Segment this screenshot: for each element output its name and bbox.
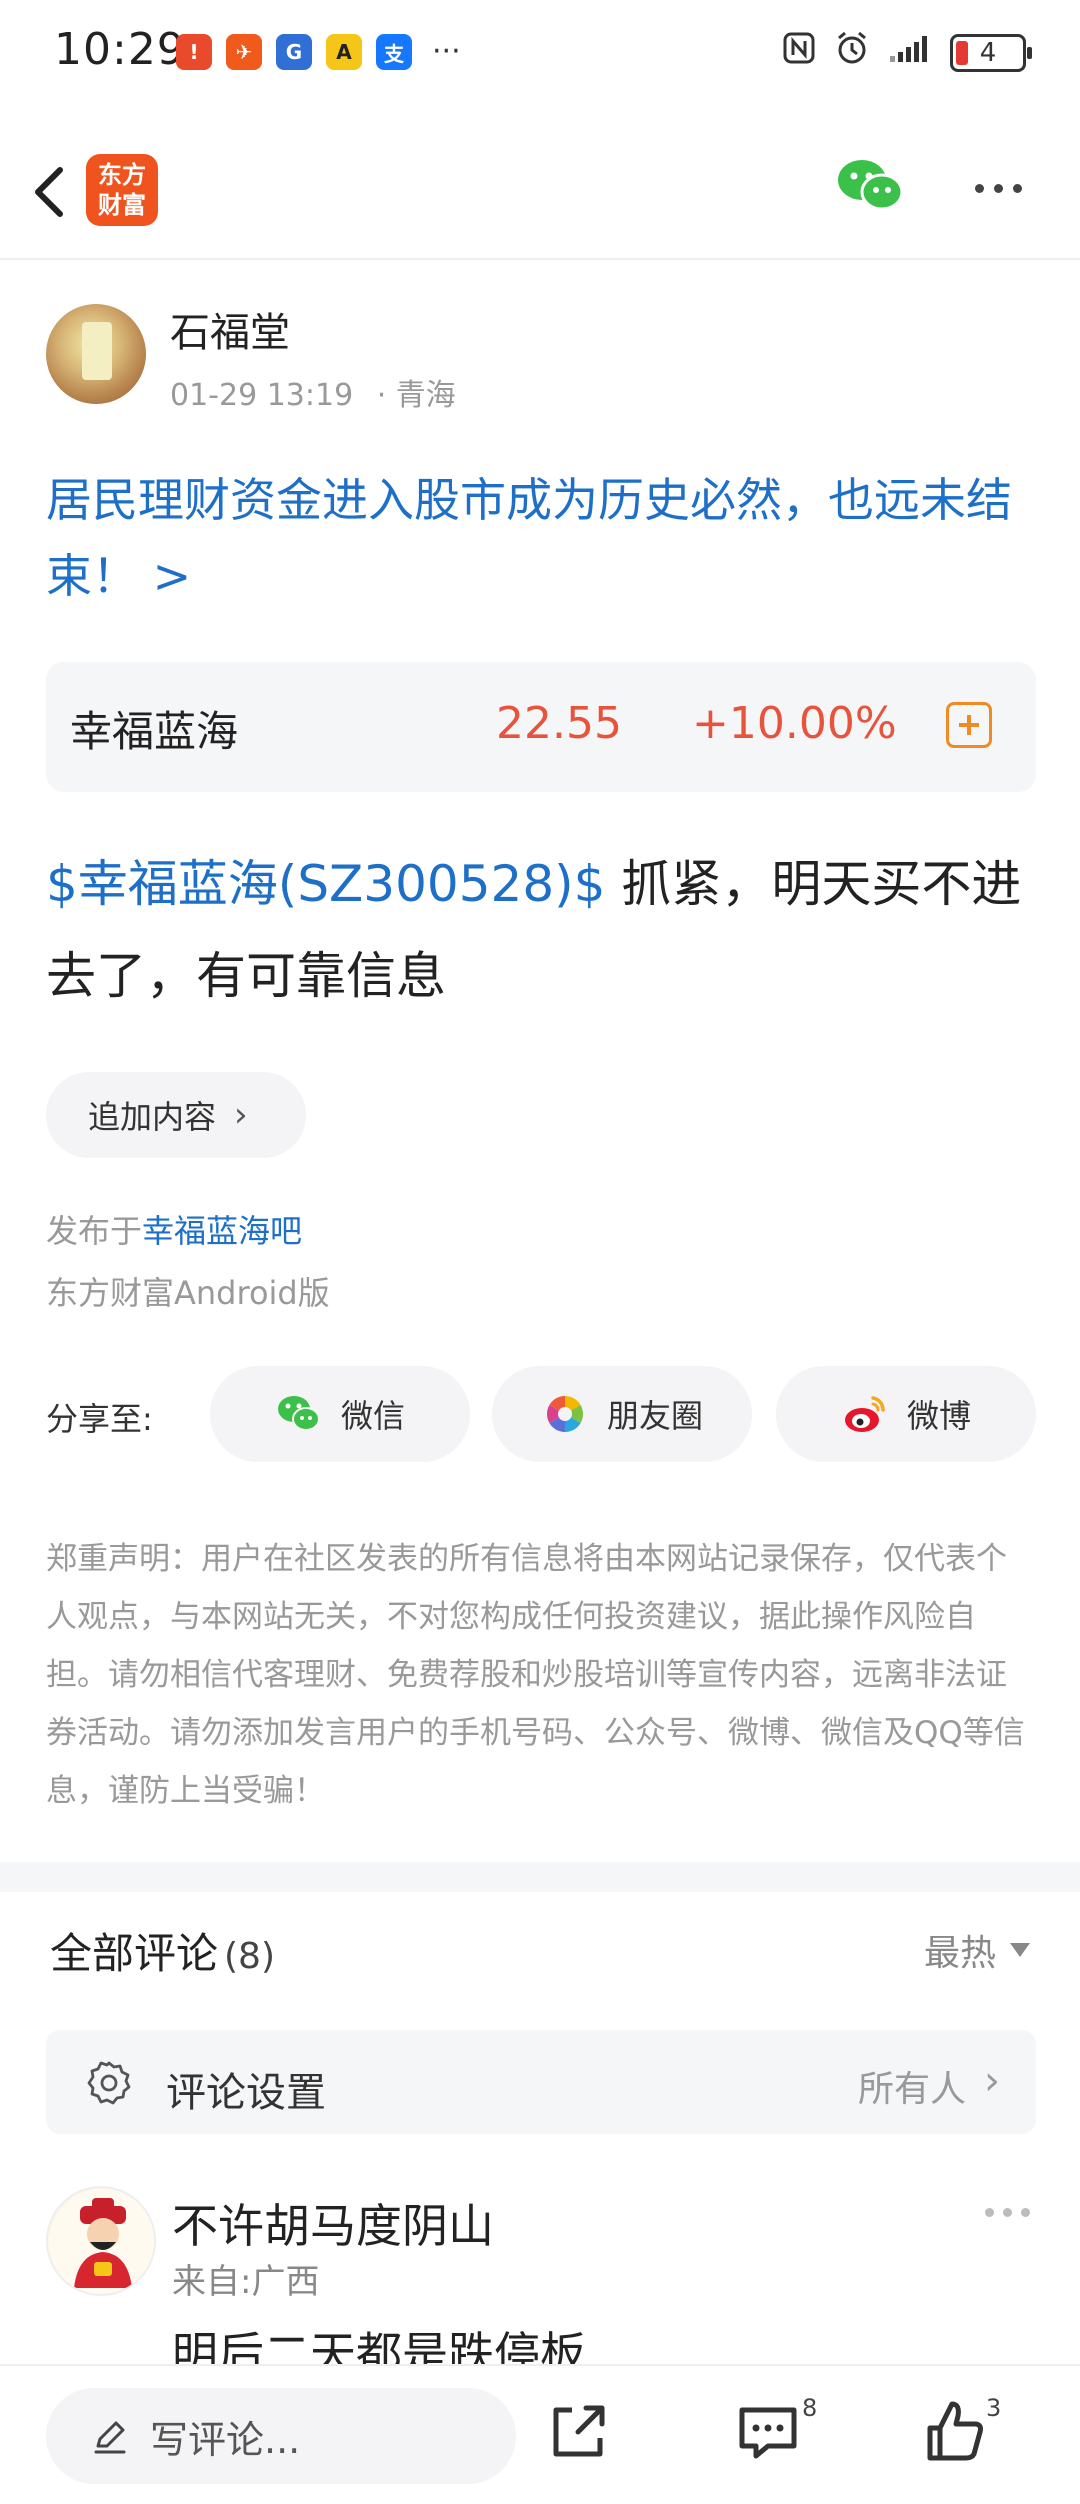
status-notification-icons: ! ✈ G A 支 ···	[176, 34, 461, 70]
app-notification-icon: ✈	[226, 34, 262, 70]
stock-change: +10.00%	[692, 698, 897, 749]
dot-icon	[1021, 2208, 1030, 2217]
post-meta: 01-29 13:19 · 青海	[170, 370, 456, 414]
comment-settings-row[interactable]: 评论设置 所有人 ›	[46, 2030, 1036, 2134]
comments-title: 全部评论	[50, 1929, 219, 1978]
comments-count: (8)	[224, 1936, 276, 1977]
share-weibo-label: 微博	[906, 1397, 971, 1435]
disclaimer-text: 郑重声明：用户在社区发表的所有信息将由本网站记录保存，仅代表个人观点，与本网站无…	[46, 1541, 1025, 1809]
append-content-label: 追加内容	[88, 1098, 217, 1136]
dot-icon	[1012, 183, 1022, 193]
post-author: 石福堂 01-29 13:19 · 青海	[46, 300, 1046, 413]
append-content-button[interactable]: 追加内容 ›	[46, 1072, 306, 1158]
stock-name: 幸福蓝海	[70, 707, 239, 756]
eastmoney-logo[interactable]: 东方财富	[86, 154, 158, 226]
wechat-icon	[277, 1396, 320, 1431]
like-button[interactable]: 3	[918, 2392, 1002, 2472]
wechat-share-button[interactable]	[836, 156, 906, 216]
author-avatar[interactable]	[46, 304, 146, 404]
more-options-button[interactable]	[966, 170, 1030, 206]
dot-icon	[993, 183, 1003, 193]
comment-icon	[739, 2407, 797, 2459]
client-source: 东方财富Android版	[46, 1274, 330, 1312]
app-notification-icon: A	[326, 34, 362, 70]
logo-text: 东方财富	[98, 161, 146, 219]
comment-sort-dropdown[interactable]: 最热	[924, 1924, 1030, 1976]
comments-header: 全部评论 (8)	[50, 1920, 275, 1981]
weibo-icon	[844, 1396, 885, 1432]
battery-icon: 4	[950, 33, 1032, 72]
commenter-name[interactable]: 不许胡马度阴山	[172, 2190, 494, 2256]
stock-tag-link[interactable]: $幸福蓝海(SZ300528)$	[46, 855, 606, 913]
alipay-icon: 支	[376, 34, 412, 70]
post-body: $幸福蓝海(SZ300528)$ 抓紧，明天买不进去了，有可靠信息	[46, 838, 1046, 1022]
status-system-icons: 4	[782, 30, 1032, 75]
comment-text: 明后二天都是跌停板	[172, 2327, 586, 2364]
share-moments-button[interactable]: 朋友圈	[492, 1366, 752, 1462]
dot-icon	[1003, 2208, 1012, 2217]
share-moments-label: 朋友圈	[606, 1397, 703, 1435]
comment-settings-value: 所有人	[857, 2069, 966, 2110]
status-time: 10:29	[54, 24, 186, 75]
like-count-badge: 3	[986, 2394, 1002, 2422]
commenter-avatar[interactable]	[46, 2186, 156, 2296]
comment-count-badge: 8	[802, 2394, 818, 2422]
add-to-watchlist-icon[interactable]	[946, 702, 992, 748]
published-prefix: 发布于	[46, 1212, 143, 1250]
top-nav-bar: 东方财富	[0, 120, 1080, 260]
battery-level: 4	[979, 37, 997, 68]
comment-more-button[interactable]	[985, 2208, 1030, 2217]
chevron-right-icon: ›	[234, 1095, 248, 1135]
share-button[interactable]	[540, 2392, 620, 2472]
chevron-right-icon: ›	[984, 2058, 1000, 2104]
god-of-wealth-avatar-icon	[49, 2189, 154, 2294]
post-headline-link[interactable]: 居民理财资金进入股市成为历史必然，也远未结束！ >	[46, 462, 1046, 614]
write-comment-placeholder: 写评论...	[150, 2417, 301, 2462]
app-notification-icon: G	[276, 34, 312, 70]
share-wechat-label: 微信	[340, 1397, 405, 1435]
share-wechat-button[interactable]: 微信	[210, 1366, 470, 1462]
author-name[interactable]: 石福堂	[170, 300, 290, 358]
bottom-action-bar: 写评论... 8 3	[0, 2364, 1080, 2504]
sort-label: 最热	[923, 1933, 996, 1974]
write-comment-input[interactable]: 写评论...	[46, 2388, 516, 2484]
status-bar: 10:29 ! ✈ G A 支 ··· 4	[0, 0, 1080, 100]
dot-icon	[974, 183, 984, 193]
alarm-icon	[834, 30, 870, 75]
published-in: 发布于幸福蓝海吧	[46, 1206, 302, 1252]
stock-quote-card[interactable]: 幸福蓝海 22.55 +10.00%	[46, 662, 1036, 792]
post-location: · 青海	[376, 378, 456, 413]
wechat-icon	[838, 160, 904, 211]
gear-icon	[87, 2061, 131, 2105]
pencil-icon	[94, 2421, 126, 2454]
back-button[interactable]	[20, 156, 80, 226]
dot-icon	[985, 2208, 994, 2217]
comments-button[interactable]: 8	[732, 2392, 817, 2472]
more-notifications-icon: ···	[432, 34, 461, 69]
signal-icon	[888, 33, 932, 73]
back-arrow-icon	[35, 167, 63, 217]
post-time: 01-29 13:19	[170, 378, 354, 413]
forum-bar-link[interactable]: 幸福蓝海吧	[142, 1212, 302, 1250]
comment-settings-label: 评论设置	[166, 2070, 326, 2116]
triangle-down-icon	[1010, 1943, 1030, 1957]
share-label: 分享至:	[46, 1400, 153, 1438]
section-divider	[0, 1862, 1080, 1892]
nfc-icon	[782, 31, 816, 74]
stock-price: 22.55	[496, 698, 622, 749]
app-notification-icon: !	[176, 34, 212, 70]
share-weibo-button[interactable]: 微博	[776, 1366, 1036, 1462]
moments-icon	[546, 1396, 583, 1432]
share-icon	[553, 2405, 605, 2457]
commenter-location: 来自:广西	[172, 2262, 320, 2302]
